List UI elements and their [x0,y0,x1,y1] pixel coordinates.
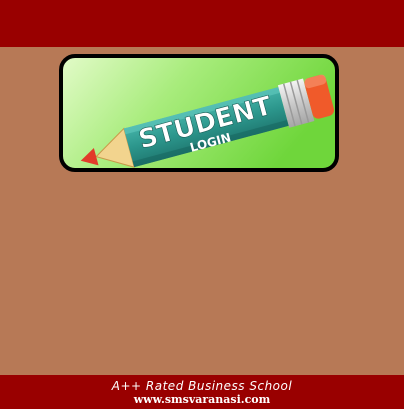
footer-bar: A++ Rated Business School www.smsvaranas… [0,375,404,409]
footer-tagline: A++ Rated Business School [111,379,293,393]
footer-website-link[interactable]: www.smsvaranasi.com [0,394,404,406]
top-header-bar [0,0,404,47]
student-login-banner: STUDENT LOGIN [59,54,339,172]
student-login-button[interactable]: STUDENT LOGIN [59,54,339,172]
